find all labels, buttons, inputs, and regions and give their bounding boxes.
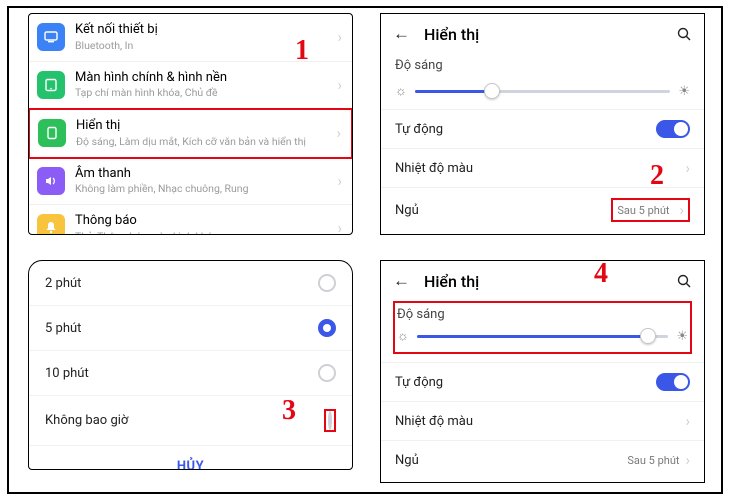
sleep-row[interactable]: Ngủ Sau 5 phút › [381,187,704,232]
sleep-value: Sau 5 phút [617,204,669,217]
brightness-slider-row: ☼ ☀ [397,324,688,350]
sleep-options-panel: 2 phút 5 phút 10 phút Không bao giờ HỦY [28,260,353,470]
step-number-3: 3 [282,395,296,427]
step-number-4: 4 [594,258,608,290]
auto-label: Tự động [395,375,443,390]
option-label: Không bao giờ [45,413,128,428]
chevron-right-icon: › [337,172,342,190]
auto-brightness-row[interactable]: Tự động [381,109,704,148]
settings-row-text: Màn hình chính & hình nền Tạp chí màn hì… [75,70,331,101]
chevron-right-icon: › [679,201,684,219]
option-10min[interactable]: 10 phút [29,351,352,396]
row-title: Thông báo [75,213,331,230]
settings-row-notification[interactable]: Thông báo Thẻ, Thông báo màn hình khóa › [29,205,352,235]
home-screen-icon [37,71,65,99]
row-sub: Không làm phiền, Nhạc chuông, Rung [75,182,331,196]
chevron-right-icon: › [337,219,342,235]
sound-icon [37,167,65,195]
search-icon[interactable] [676,273,692,289]
chevron-right-icon: › [685,451,690,469]
display-settings-panel-after: ← Hiển thị Độ sáng ☼ ☀ Tự động Nhiệt độ … [380,260,705,483]
settings-row-text: Âm thanh Không làm phiền, Nhạc chuông, R… [75,166,331,197]
brightness-high-icon: ☀ [676,329,688,344]
step-number-2: 2 [650,160,664,192]
chevron-right-icon: › [336,124,341,142]
option-label: 2 phút [45,276,81,291]
row-sub: Bluetooth, In [75,39,331,53]
option-2min[interactable]: 2 phút [29,261,352,306]
row-title: Màn hình chính & hình nền [75,70,331,87]
brightness-label: Độ sáng [397,307,688,322]
cancel-button[interactable]: HỦY [29,446,352,470]
sleep-label: Ngủ [395,453,419,468]
step-number-1: 1 [295,35,309,67]
row-sub: Thẻ, Thông báo màn hình khóa [75,230,331,235]
radio-button[interactable] [318,364,336,382]
settings-row-sound[interactable]: Âm thanh Không làm phiền, Nhạc chuông, R… [29,158,352,206]
auto-brightness-row[interactable]: Tự động [381,362,704,401]
page-title: Hiển thị [424,25,676,44]
auto-label: Tự động [395,122,443,137]
option-label: 5 phút [45,321,81,336]
auto-toggle[interactable] [656,373,690,391]
brightness-slider[interactable] [417,335,668,338]
back-icon[interactable]: ← [393,24,410,44]
back-icon[interactable]: ← [393,271,410,291]
color-temp-label: Nhiệt độ màu [395,414,473,429]
display-settings-panel: ← Hiển thị Độ sáng ☼ ☀ Tự động Nhiệt độ … [380,13,705,235]
header: ← Hiển thị [381,14,704,52]
option-never[interactable]: Không bao giờ [29,396,352,446]
row-sub: Tạp chí màn hình khóa, Chủ đề [75,86,331,100]
display-icon [38,119,66,147]
header: ← Hiển thị [381,261,704,299]
brightness-highlight: Độ sáng ☼ ☀ [393,301,692,354]
settings-row-text: Kết nối thiết bị Bluetooth, In [75,22,331,53]
auto-toggle[interactable] [656,120,690,138]
never-highlight [324,409,336,432]
sleep-row[interactable]: Ngủ Sau 5 phút › [381,440,704,479]
settings-row-text: Hiển thị Độ sáng, Làm dịu mắt, Kích cỡ v… [76,118,330,149]
sleep-value: Sau 5 phút [627,454,679,467]
connect-icon [37,23,65,51]
bell-icon [37,214,65,235]
page-title: Hiển thị [424,272,676,291]
brightness-low-icon: ☼ [397,328,409,344]
brightness-section: Độ sáng ☼ ☀ [381,58,704,109]
radio-button[interactable] [328,411,332,430]
sleep-value-highlight: Sau 5 phút › [611,198,690,222]
row-title: Kết nối thiết bị [75,22,331,39]
brightness-label: Độ sáng [395,58,690,73]
sleep-label: Ngủ [395,203,419,218]
settings-row-home[interactable]: Màn hình chính & hình nền Tạp chí màn hì… [29,62,352,110]
radio-button[interactable] [318,274,336,292]
chevron-right-icon: › [337,28,342,46]
row-title: Hiển thị [76,118,330,135]
brightness-slider[interactable] [415,90,670,93]
option-label: 10 phút [45,366,89,381]
settings-row-text: Thông báo Thẻ, Thông báo màn hình khóa [75,213,331,235]
chevron-right-icon: › [685,412,690,430]
chevron-right-icon: › [337,76,342,94]
brightness-slider-row: ☼ ☀ [395,77,690,109]
row-sub: Độ sáng, Làm dịu mắt, Kích cỡ văn bản và… [76,135,330,149]
option-5min[interactable]: 5 phút [29,306,352,351]
chevron-right-icon: › [685,159,690,177]
color-temp-row[interactable]: Nhiệt độ màu › [381,401,704,440]
row-title: Âm thanh [75,166,331,183]
brightness-low-icon: ☼ [395,83,407,99]
settings-row-display[interactable]: Hiển thị Độ sáng, Làm dịu mắt, Kích cỡ v… [28,108,353,159]
search-icon[interactable] [676,26,692,42]
brightness-high-icon: ☀ [678,84,690,99]
radio-button-selected[interactable] [318,319,336,337]
color-temp-label: Nhiệt độ màu [395,161,473,176]
